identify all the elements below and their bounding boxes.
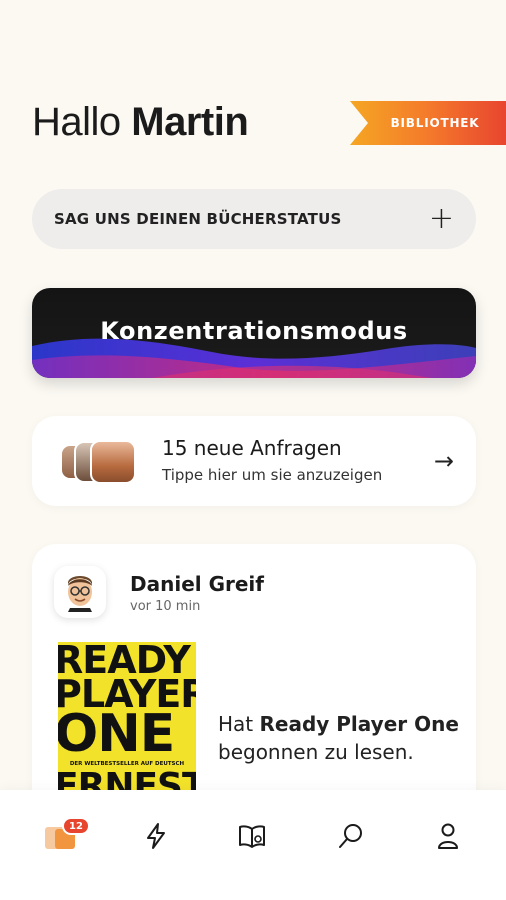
search-icon: [339, 824, 362, 848]
cover-text: ONE: [58, 704, 175, 764]
activity-prefix: Hat: [218, 712, 254, 736]
activity-text: Hat Ready Player One begonnen zu lesen.: [218, 710, 459, 766]
tab-search[interactable]: [331, 816, 371, 856]
book-status-button[interactable]: SAG UNS DEINEN BÜCHERSTATUS +: [32, 189, 476, 249]
requests-subtitle: Tippe hier um sie anzuzeigen: [162, 466, 383, 484]
library-button[interactable]: BIBLIOTHEK: [350, 101, 506, 145]
friend-requests-card[interactable]: 15 neue Anfragen Tippe hier um sie anzuz…: [32, 416, 476, 506]
memoji-icon: [68, 576, 92, 612]
greeting-prefix: Hallo: [32, 100, 121, 144]
post-time: vor 10 min: [130, 599, 201, 614]
focus-mode-title: Konzentrationsmodus: [100, 317, 408, 345]
user-name: Martin: [131, 100, 249, 144]
requests-title: 15 neue Anfragen: [162, 436, 342, 460]
book-icon: [239, 825, 265, 848]
book-status-label: SAG UNS DEINEN BÜCHERSTATUS: [54, 210, 342, 228]
bottom-tab-bar: 12: [0, 790, 506, 900]
plus-icon: +: [428, 201, 454, 236]
tab-library[interactable]: [232, 816, 272, 856]
lightning-icon: [147, 823, 165, 849]
book-title[interactable]: Ready Player One: [260, 712, 459, 736]
author-name[interactable]: Daniel Greif: [130, 572, 264, 596]
tab-profile[interactable]: [428, 816, 468, 856]
greeting: Hallo Martin: [32, 100, 249, 145]
author-avatar[interactable]: [54, 566, 106, 618]
notification-badge: 12: [62, 817, 90, 835]
arrow-right-icon: →: [433, 447, 454, 475]
profile-icon: [438, 823, 458, 849]
avatar-stack: [60, 440, 140, 484]
focus-mode-banner[interactable]: Konzentrationsmodus: [32, 288, 476, 378]
avatar: [90, 440, 136, 484]
tab-activity[interactable]: [136, 816, 176, 856]
library-label: BIBLIOTHEK: [390, 116, 480, 130]
activity-suffix: begonnen zu lesen.: [218, 740, 414, 764]
